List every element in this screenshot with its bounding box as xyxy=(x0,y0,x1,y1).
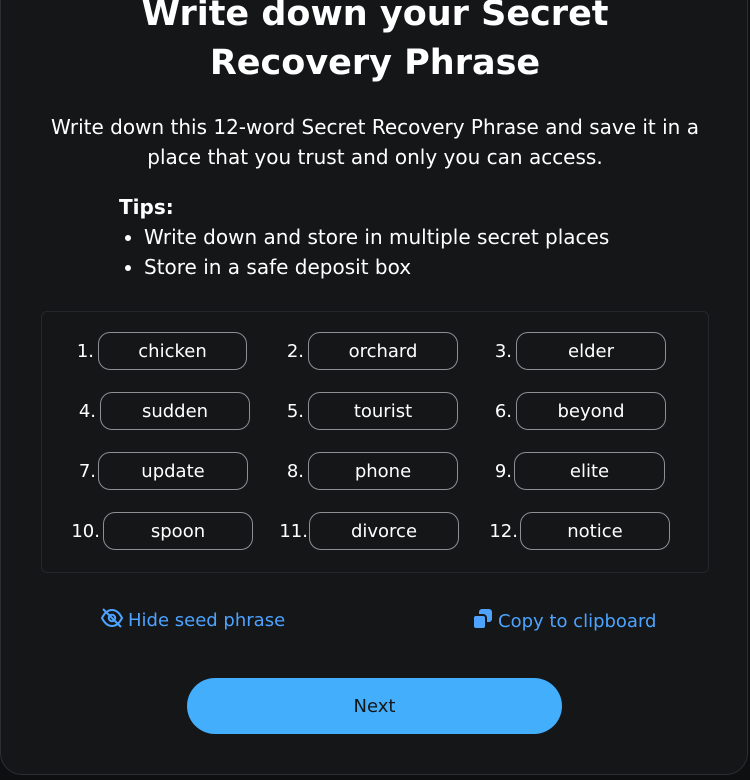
seed-word-pill: beyond xyxy=(516,392,666,430)
seed-word-number: 1. xyxy=(76,341,94,362)
hide-seed-phrase-button[interactable]: Hide seed phrase xyxy=(100,608,285,633)
seed-word-number: 8. xyxy=(286,461,304,482)
seed-word-pill: spoon xyxy=(103,512,253,550)
seed-word-number: 11. xyxy=(279,521,308,542)
seed-word-number: 4. xyxy=(78,401,96,422)
seed-word-pill: divorce xyxy=(309,512,459,550)
page-description: Write down this 12-word Secret Recovery … xyxy=(30,112,720,172)
seed-word-number: 9. xyxy=(494,461,512,482)
page-title-line-1: Write down your Secret xyxy=(141,0,609,34)
seed-word-number: 3. xyxy=(494,341,512,362)
page-description-line-2: place that you trust and only you can ac… xyxy=(147,145,603,169)
copy-icon xyxy=(472,608,498,635)
seed-word-number: 6. xyxy=(494,401,512,422)
seed-word-pill: orchard xyxy=(308,332,458,370)
seed-word-number: 2. xyxy=(286,341,304,362)
tip-item: Store in a safe deposit box xyxy=(144,252,609,282)
seed-word-pill: elder xyxy=(516,332,666,370)
tips-section: Tips: Write down and store in multiple s… xyxy=(119,192,609,282)
tips-list: Write down and store in multiple secret … xyxy=(119,222,609,282)
hide-seed-phrase-label: Hide seed phrase xyxy=(128,610,286,631)
seed-word-pill: elite xyxy=(514,452,665,490)
tips-heading: Tips: xyxy=(119,195,174,219)
page-title: Write down your Secret Recovery Phrase xyxy=(0,0,750,88)
seed-word-pill: tourist xyxy=(308,392,458,430)
page-description-line-1: Write down this 12-word Secret Recovery … xyxy=(51,115,699,139)
seed-word-number: 5. xyxy=(286,401,304,422)
seed-word-pill: phone xyxy=(308,452,458,490)
seed-word-pill: update xyxy=(98,452,248,490)
seed-word-pill: chicken xyxy=(98,332,247,370)
eye-slash-icon xyxy=(100,608,128,633)
next-button[interactable]: Next xyxy=(187,678,562,734)
seed-word-pill: sudden xyxy=(100,392,250,430)
page-title-line-2: Recovery Phrase xyxy=(209,43,541,83)
seed-word-number: 10. xyxy=(71,521,100,542)
seed-word-number: 7. xyxy=(78,461,96,482)
copy-to-clipboard-label: Copy to clipboard xyxy=(498,611,657,632)
copy-to-clipboard-button[interactable]: Copy to clipboard xyxy=(472,608,656,635)
seed-word-number: 12. xyxy=(489,521,518,542)
tip-item: Write down and store in multiple secret … xyxy=(144,222,609,252)
seed-word-pill: notice xyxy=(520,512,670,550)
